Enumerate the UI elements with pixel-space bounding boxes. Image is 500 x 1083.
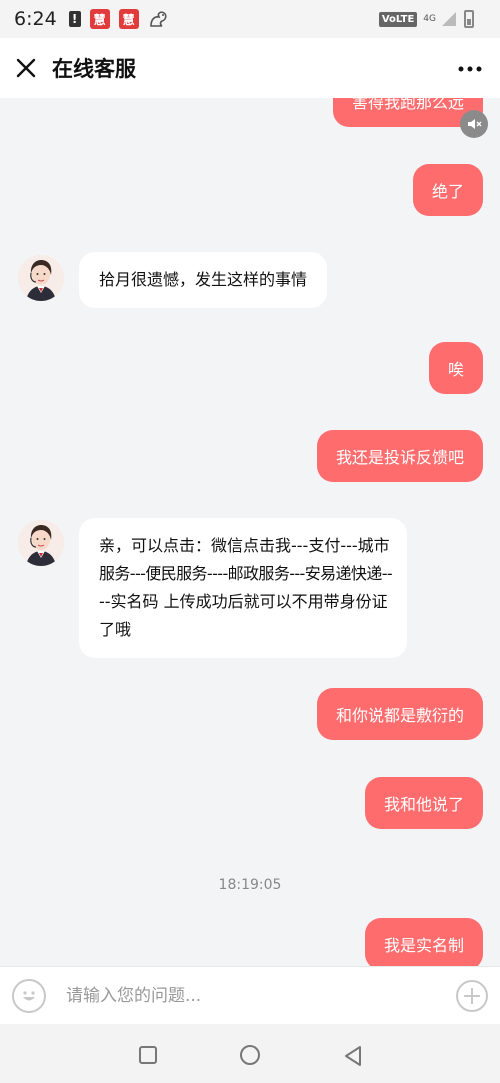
message-line: 服务---便民服务----邮政服务---安易递快递-- [99,564,393,583]
mute-button[interactable] [460,110,488,138]
more-button[interactable] [458,52,482,76]
recent-apps-button[interactable] [139,1046,157,1064]
plus-icon [464,987,480,1004]
close-icon [16,58,36,78]
user-message: 唉 [428,342,483,394]
agent-avatar [18,255,64,301]
agent-avatar-icon [18,255,64,301]
close-button[interactable] [0,38,52,98]
smiley-icon [23,990,35,1000]
battery-icon [464,10,474,28]
chat-area[interactable]: 害得我跑那么远 绝了 拾月很遗憾，发生这样的事情 唉 我还是投诉反馈吧 亲，可以… [0,98,500,966]
message-text: 我和他说了 [383,795,464,814]
home-button[interactable] [240,1045,260,1065]
message-text: 绝了 [431,182,464,201]
more-icon [458,66,482,72]
squirrel-icon [148,9,168,29]
app-notification-icon: 慧 [118,9,139,29]
speaker-muted-icon [468,119,482,129]
page-title: 在线客服 [52,57,136,81]
user-message: 我还是投诉反馈吧 [316,430,483,482]
emoji-button[interactable] [12,978,46,1013]
alert-icon: ! [68,11,81,27]
message-line: 了哦 [99,620,132,639]
message-text: 和你说都是敷衍的 [335,706,464,725]
volte-badge: VoLTE [378,11,418,27]
agent-message: 亲，可以点击：微信点击我---支付---城市 服务---便民服务----邮政服务… [79,518,407,658]
message-text: 唉 [447,360,464,379]
add-button[interactable] [456,979,488,1012]
user-message: 绝了 [412,164,483,216]
message-text: 害得我跑那么远 [351,98,464,112]
message-text: 我还是投诉反馈吧 [335,448,464,467]
message-line: --实名码 上传成功后就可以不用带身份证 [99,592,388,611]
message-text: 拾月很遗憾，发生这样的事情 [99,270,308,289]
message-timestamp: 18:19:05 [218,877,282,893]
signal-icon [442,12,456,26]
status-indicators: VoLTE 4G [378,10,474,28]
app-notification-icon: 慧 [89,9,110,29]
system-nav-bar [0,1024,500,1083]
agent-message: 拾月很遗憾，发生这样的事情 [79,252,328,308]
agent-avatar [18,520,64,566]
user-message: 和你说都是敷衍的 [316,688,483,740]
back-button[interactable] [343,1045,363,1067]
network-label: 4G [423,14,436,24]
user-message: 我和他说了 [364,777,483,829]
chat-header: 在线客服 [0,38,500,98]
agent-avatar-icon [18,520,64,566]
user-message: 我是实名制 [364,918,483,966]
status-bar: 6:24 ! 慧 慧 VoLTE 4G [0,0,500,38]
message-input-bar [0,966,500,1024]
message-text: 我是实名制 [383,936,464,955]
message-line: 亲，可以点击：微信点击我---支付---城市 [99,536,390,555]
message-input[interactable] [66,985,456,1006]
status-time: 6:24 [14,8,57,30]
